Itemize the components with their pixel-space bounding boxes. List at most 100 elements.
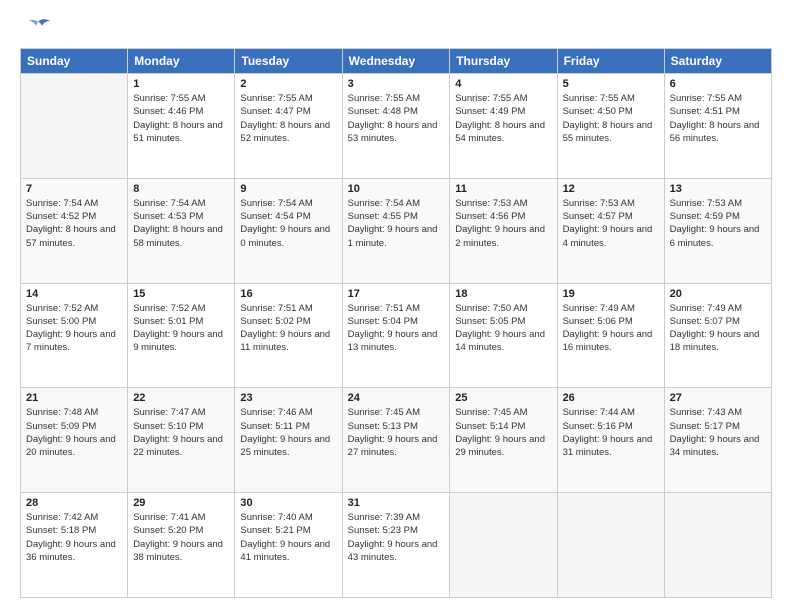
calendar-table: SundayMondayTuesdayWednesdayThursdayFrid… (20, 48, 772, 598)
day-number: 12 (563, 183, 659, 195)
day-number: 16 (240, 288, 336, 300)
week-row-3: 14Sunrise: 7:52 AMSunset: 5:00 PMDayligh… (21, 283, 772, 388)
day-cell: 28 Sunrise: 7:42 AMSunset: 5:18 PMDayligh… (21, 493, 128, 598)
day-info: Sunrise: 7:54 AMSunset: 4:52 PMDaylight:… (26, 197, 122, 250)
day-info: Sunrise: 7:51 AMSunset: 5:02 PMDaylight:… (240, 302, 336, 355)
day-cell: 19 Sunrise: 7:49 AMSunset: 5:06 PMDayligh… (557, 283, 664, 388)
day-number: 18 (455, 288, 551, 300)
day-info: Sunrise: 7:46 AMSunset: 5:11 PMDaylight:… (240, 406, 336, 459)
day-cell: 11 Sunrise: 7:53 AMSunset: 4:56 PMDayligh… (450, 178, 557, 283)
day-info: Sunrise: 7:54 AMSunset: 4:53 PMDaylight:… (133, 197, 229, 250)
day-number: 27 (670, 392, 766, 404)
day-number: 13 (670, 183, 766, 195)
day-number: 11 (455, 183, 551, 195)
day-number: 24 (348, 392, 445, 404)
day-info: Sunrise: 7:50 AMSunset: 5:05 PMDaylight:… (455, 302, 551, 355)
day-info: Sunrise: 7:55 AMSunset: 4:47 PMDaylight:… (240, 92, 336, 145)
day-number: 28 (26, 497, 122, 509)
day-info: Sunrise: 7:40 AMSunset: 5:21 PMDaylight:… (240, 511, 336, 564)
day-cell (557, 493, 664, 598)
day-number: 26 (563, 392, 659, 404)
day-cell (21, 74, 128, 179)
day-cell: 9 Sunrise: 7:54 AMSunset: 4:54 PMDaylight… (235, 178, 342, 283)
weekday-header-thursday: Thursday (450, 49, 557, 74)
day-info: Sunrise: 7:39 AMSunset: 5:23 PMDaylight:… (348, 511, 445, 564)
day-cell: 6 Sunrise: 7:55 AMSunset: 4:51 PMDaylight… (664, 74, 771, 179)
day-cell: 27 Sunrise: 7:43 AMSunset: 5:17 PMDayligh… (664, 388, 771, 493)
day-cell: 10 Sunrise: 7:54 AMSunset: 4:55 PMDayligh… (342, 178, 450, 283)
day-cell: 7 Sunrise: 7:54 AMSunset: 4:52 PMDaylight… (21, 178, 128, 283)
day-info: Sunrise: 7:42 AMSunset: 5:18 PMDaylight:… (26, 511, 122, 564)
day-cell: 21 Sunrise: 7:48 AMSunset: 5:09 PMDayligh… (21, 388, 128, 493)
day-number: 31 (348, 497, 445, 509)
day-cell: 20Sunrise: 7:49 AMSunset: 5:07 PMDayligh… (664, 283, 771, 388)
day-info: Sunrise: 7:54 AMSunset: 4:55 PMDaylight:… (348, 197, 445, 250)
day-info: Sunrise: 7:54 AMSunset: 4:54 PMDaylight:… (240, 197, 336, 250)
weekday-header-tuesday: Tuesday (235, 49, 342, 74)
week-row-5: 28 Sunrise: 7:42 AMSunset: 5:18 PMDayligh… (21, 493, 772, 598)
day-number: 9 (240, 183, 336, 195)
day-cell: 30 Sunrise: 7:40 AMSunset: 5:21 PMDayligh… (235, 493, 342, 598)
weekday-header-wednesday: Wednesday (342, 49, 450, 74)
day-cell: 16 Sunrise: 7:51 AMSunset: 5:02 PMDayligh… (235, 283, 342, 388)
day-number: 2 (240, 78, 336, 90)
day-cell: 17 Sunrise: 7:51 AMSunset: 5:04 PMDayligh… (342, 283, 450, 388)
day-info: Sunrise: 7:53 AMSunset: 4:56 PMDaylight:… (455, 197, 551, 250)
weekday-header-monday: Monday (128, 49, 235, 74)
day-number: 30 (240, 497, 336, 509)
day-info: Sunrise: 7:45 AMSunset: 5:14 PMDaylight:… (455, 406, 551, 459)
day-info: Sunrise: 7:53 AMSunset: 4:59 PMDaylight:… (670, 197, 766, 250)
day-number: 29 (133, 497, 229, 509)
day-cell (664, 493, 771, 598)
day-info: Sunrise: 7:55 AMSunset: 4:46 PMDaylight:… (133, 92, 229, 145)
day-info: Sunrise: 7:55 AMSunset: 4:49 PMDaylight:… (455, 92, 551, 145)
day-number: 10 (348, 183, 445, 195)
day-info: Sunrise: 7:52 AMSunset: 5:00 PMDaylight:… (26, 302, 122, 355)
day-cell: 4 Sunrise: 7:55 AMSunset: 4:49 PMDaylight… (450, 74, 557, 179)
day-info: Sunrise: 7:55 AMSunset: 4:51 PMDaylight:… (670, 92, 766, 145)
day-info: Sunrise: 7:48 AMSunset: 5:09 PMDaylight:… (26, 406, 122, 459)
week-row-2: 7 Sunrise: 7:54 AMSunset: 4:52 PMDaylight… (21, 178, 772, 283)
day-cell: 22 Sunrise: 7:47 AMSunset: 5:10 PMDayligh… (128, 388, 235, 493)
weekday-header-friday: Friday (557, 49, 664, 74)
day-cell (450, 493, 557, 598)
day-cell: 3Sunrise: 7:55 AMSunset: 4:48 PMDaylight… (342, 74, 450, 179)
day-info: Sunrise: 7:51 AMSunset: 5:04 PMDaylight:… (348, 302, 445, 355)
day-cell: 25Sunrise: 7:45 AMSunset: 5:14 PMDayligh… (450, 388, 557, 493)
day-info: Sunrise: 7:45 AMSunset: 5:13 PMDaylight:… (348, 406, 445, 459)
day-number: 5 (563, 78, 659, 90)
day-number: 22 (133, 392, 229, 404)
day-number: 4 (455, 78, 551, 90)
day-cell: 2 Sunrise: 7:55 AMSunset: 4:47 PMDaylight… (235, 74, 342, 179)
day-info: Sunrise: 7:47 AMSunset: 5:10 PMDaylight:… (133, 406, 229, 459)
day-number: 23 (240, 392, 336, 404)
day-info: Sunrise: 7:53 AMSunset: 4:57 PMDaylight:… (563, 197, 659, 250)
day-info: Sunrise: 7:49 AMSunset: 5:06 PMDaylight:… (563, 302, 659, 355)
header (20, 18, 772, 38)
day-number: 1 (133, 78, 229, 90)
day-cell: 5 Sunrise: 7:55 AMSunset: 4:50 PMDaylight… (557, 74, 664, 179)
day-cell: 26 Sunrise: 7:44 AMSunset: 5:16 PMDayligh… (557, 388, 664, 493)
logo-bird-icon (24, 18, 52, 38)
day-info: Sunrise: 7:49 AMSunset: 5:07 PMDaylight:… (670, 302, 766, 355)
day-info: Sunrise: 7:44 AMSunset: 5:16 PMDaylight:… (563, 406, 659, 459)
day-cell: 13 Sunrise: 7:53 AMSunset: 4:59 PMDayligh… (664, 178, 771, 283)
day-info: Sunrise: 7:41 AMSunset: 5:20 PMDaylight:… (133, 511, 229, 564)
day-number: 15 (133, 288, 229, 300)
day-info: Sunrise: 7:43 AMSunset: 5:17 PMDaylight:… (670, 406, 766, 459)
day-cell: 8 Sunrise: 7:54 AMSunset: 4:53 PMDaylight… (128, 178, 235, 283)
logo (20, 18, 52, 38)
day-info: Sunrise: 7:55 AMSunset: 4:50 PMDaylight:… (563, 92, 659, 145)
day-number: 19 (563, 288, 659, 300)
day-info: Sunrise: 7:52 AMSunset: 5:01 PMDaylight:… (133, 302, 229, 355)
day-cell: 31 Sunrise: 7:39 AMSunset: 5:23 PMDayligh… (342, 493, 450, 598)
day-cell: 18 Sunrise: 7:50 AMSunset: 5:05 PMDayligh… (450, 283, 557, 388)
weekday-header-saturday: Saturday (664, 49, 771, 74)
day-number: 6 (670, 78, 766, 90)
day-cell: 12 Sunrise: 7:53 AMSunset: 4:57 PMDayligh… (557, 178, 664, 283)
day-number: 8 (133, 183, 229, 195)
day-number: 21 (26, 392, 122, 404)
day-number: 7 (26, 183, 122, 195)
day-number: 17 (348, 288, 445, 300)
day-cell: 29 Sunrise: 7:41 AMSunset: 5:20 PMDayligh… (128, 493, 235, 598)
